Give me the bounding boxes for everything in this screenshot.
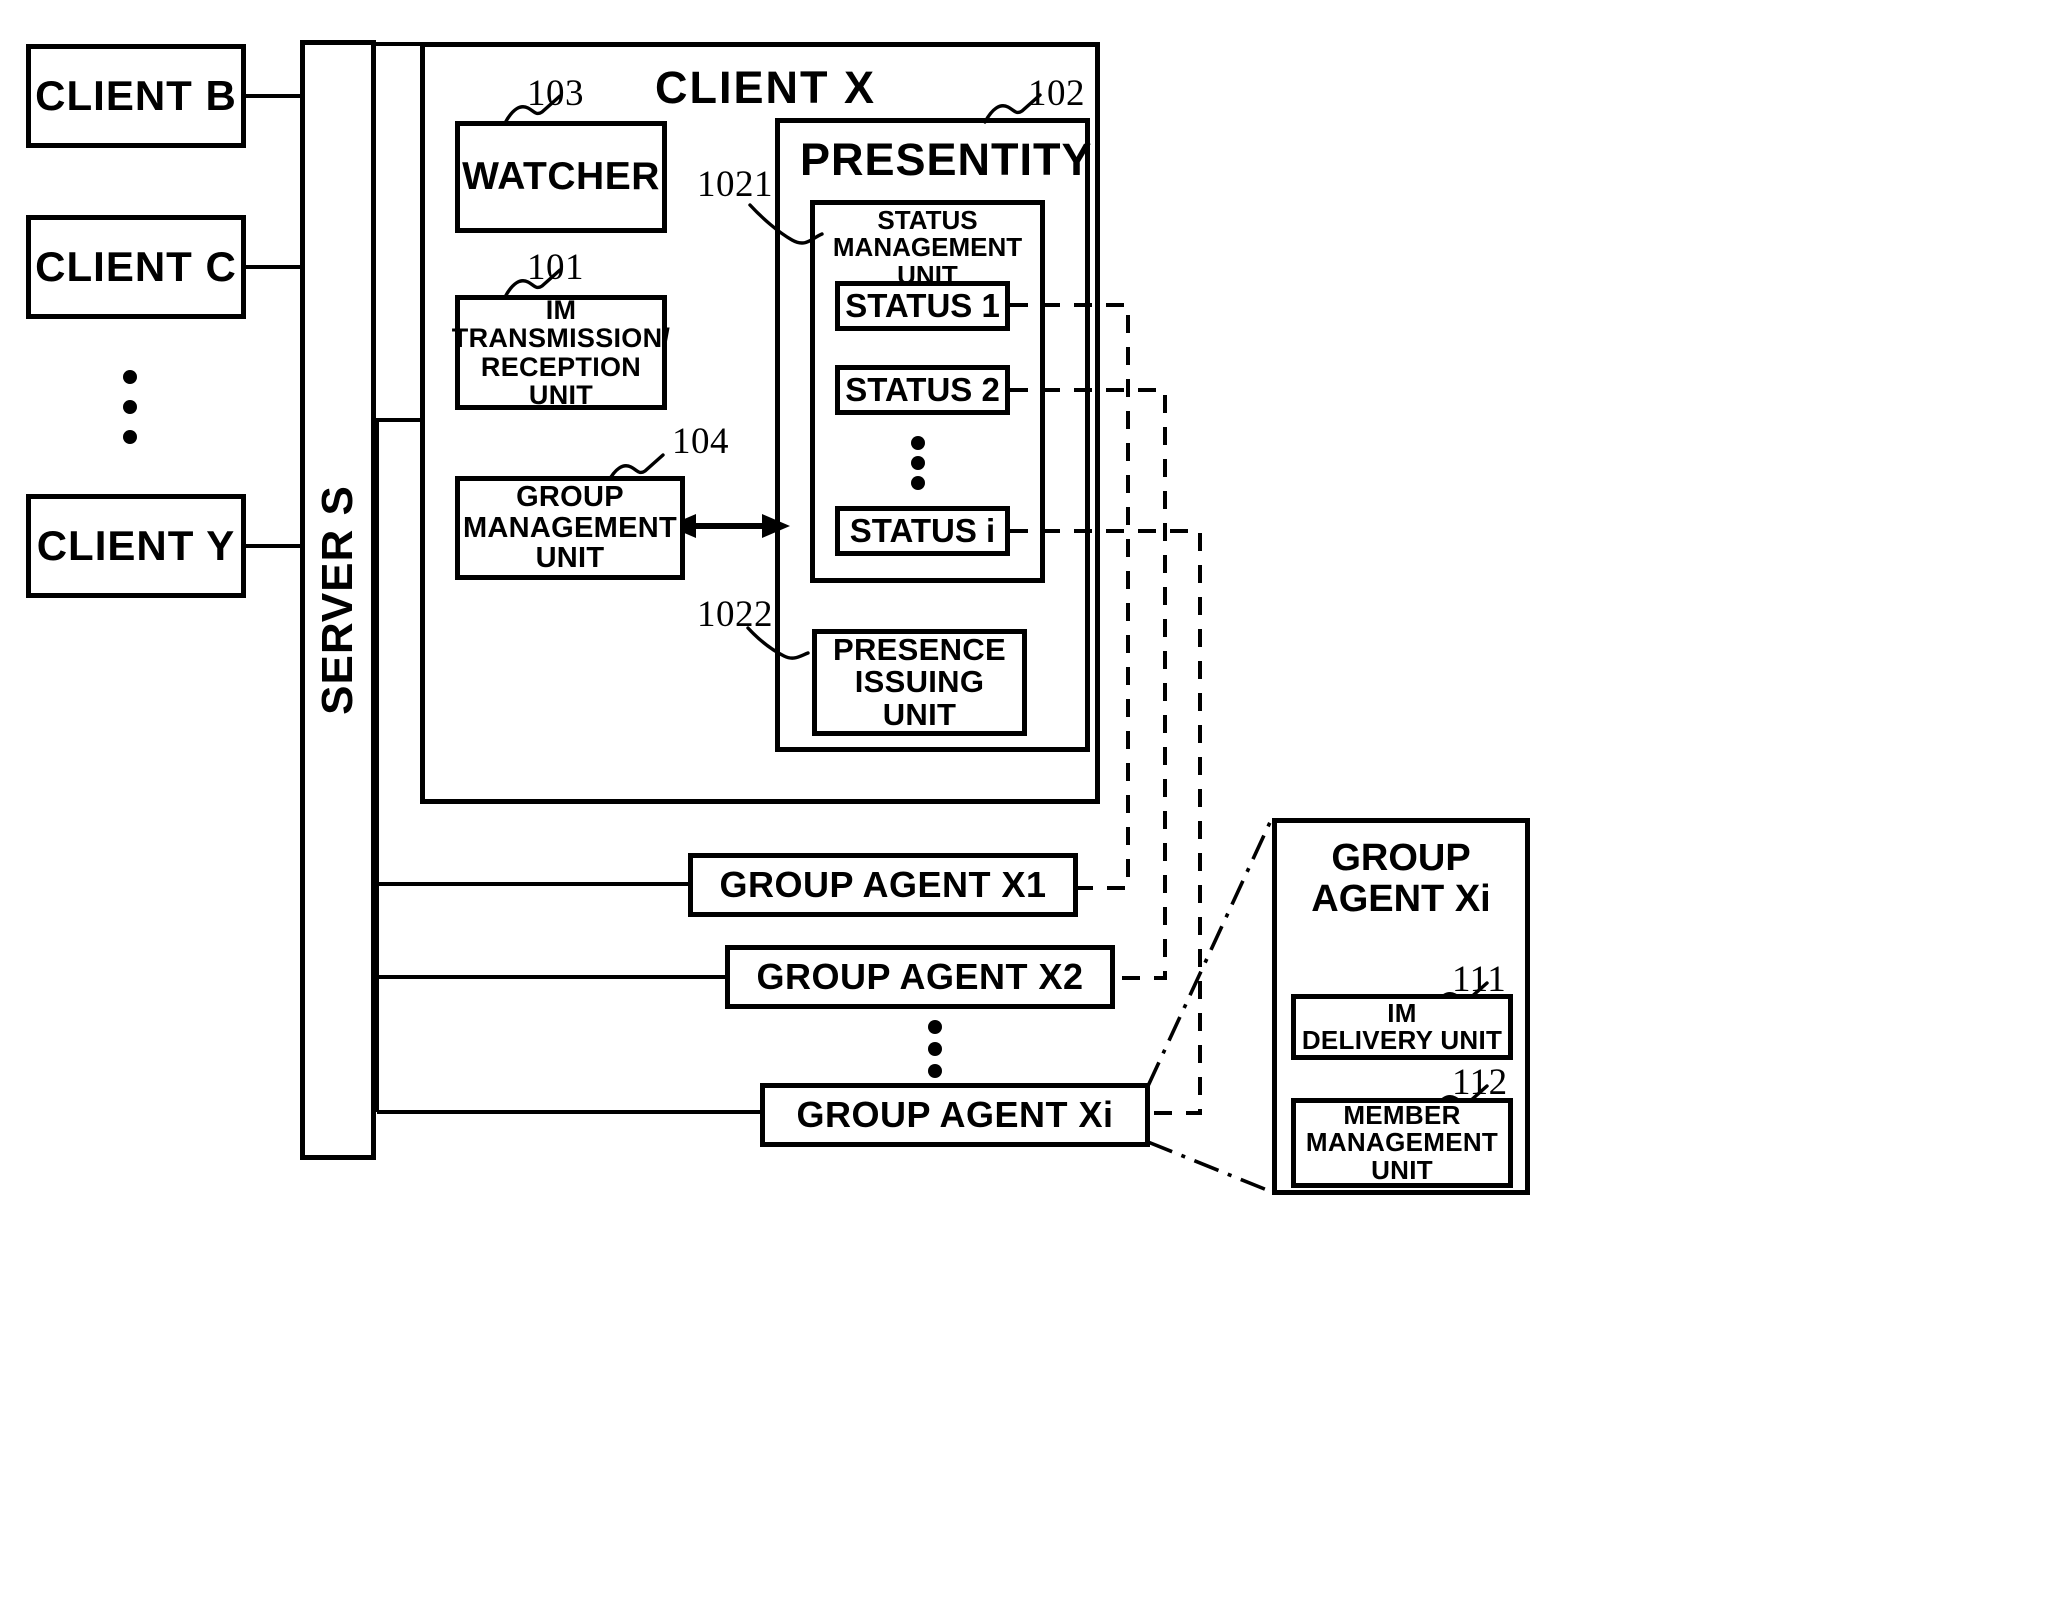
ref-104: 104 [672, 421, 729, 462]
client-c-label: CLIENT C [35, 242, 237, 290]
callout-upper [1146, 817, 1274, 1087]
client-y-label: CLIENT Y [36, 521, 236, 569]
ref-101: 101 [527, 247, 584, 288]
status-2-box[interactable]: STATUS 2 [835, 365, 1010, 415]
group-management-unit-box[interactable]: GROUP MANAGEMENT UNIT [455, 476, 685, 580]
status-vertical-ellipsis [911, 436, 925, 490]
client-y-box[interactable]: CLIENT Y [26, 494, 246, 598]
group-management-unit-label: GROUP MANAGEMENT UNIT [462, 481, 678, 575]
status-1-box[interactable]: STATUS 1 [835, 281, 1010, 331]
group-agent-detail-title: GROUP AGENT Xi [1311, 837, 1491, 921]
group-agent-x2-label: GROUP AGENT X2 [756, 956, 1084, 998]
client-b-label: CLIENT B [35, 71, 237, 119]
ref-1022: 1022 [697, 594, 773, 635]
client-x-title: CLIENT X [655, 62, 877, 113]
group-agent-x1-label: GROUP AGENT X1 [719, 864, 1047, 906]
client-b-box[interactable]: CLIENT B [26, 44, 246, 148]
member-management-unit-label: MEMBER MANAGEMENT UNIT [1305, 1100, 1499, 1185]
client-c-box[interactable]: CLIENT C [26, 215, 246, 319]
status-management-unit-label: STATUS MANAGEMENT UNIT [832, 205, 1023, 290]
figure-canvas: CLIENT B CLIENT C CLIENT Y SERVER S CLIE… [0, 0, 2059, 1615]
member-management-unit-box[interactable]: MEMBER MANAGEMENT UNIT [1291, 1098, 1513, 1188]
im-delivery-unit-label: IM DELIVERY UNIT [1301, 997, 1503, 1055]
im-unit-label: IM TRANSMISSION/ RECEPTION UNIT [451, 294, 671, 410]
clients-vertical-ellipsis [123, 370, 137, 444]
im-delivery-unit-box[interactable]: IM DELIVERY UNIT [1291, 994, 1513, 1060]
status-1-label: STATUS 1 [845, 286, 1000, 324]
callout-lower [1147, 1140, 1273, 1194]
ref-103: 103 [527, 73, 584, 114]
im-transmission-reception-unit-box[interactable]: IM TRANSMISSION/ RECEPTION UNIT [451, 294, 671, 410]
status-i-label: STATUS i [849, 511, 996, 549]
server-s-label: SERVER S [313, 485, 362, 715]
presence-issuing-unit-label: PRESENCE ISSUING UNIT [833, 631, 1006, 732]
group-agent-vertical-ellipsis [928, 1020, 942, 1078]
group-agent-x1-box[interactable]: GROUP AGENT X1 [688, 853, 1078, 917]
group-agent-xi-box[interactable]: GROUP AGENT Xi [760, 1083, 1150, 1147]
status-i-box[interactable]: STATUS i [835, 506, 1010, 556]
ref-1021: 1021 [697, 164, 773, 205]
status-2-label: STATUS 2 [845, 370, 1000, 408]
group-agent-x2-box[interactable]: GROUP AGENT X2 [725, 945, 1115, 1009]
watcher-label: WATCHER [462, 154, 660, 198]
watcher-box[interactable]: WATCHER [455, 121, 667, 233]
presence-issuing-unit-box[interactable]: PRESENCE ISSUING UNIT [812, 629, 1027, 736]
group-agent-xi-label: GROUP AGENT Xi [796, 1094, 1114, 1136]
ref-102: 102 [1028, 73, 1085, 114]
presentity-title: PRESENTITY [800, 134, 1093, 185]
